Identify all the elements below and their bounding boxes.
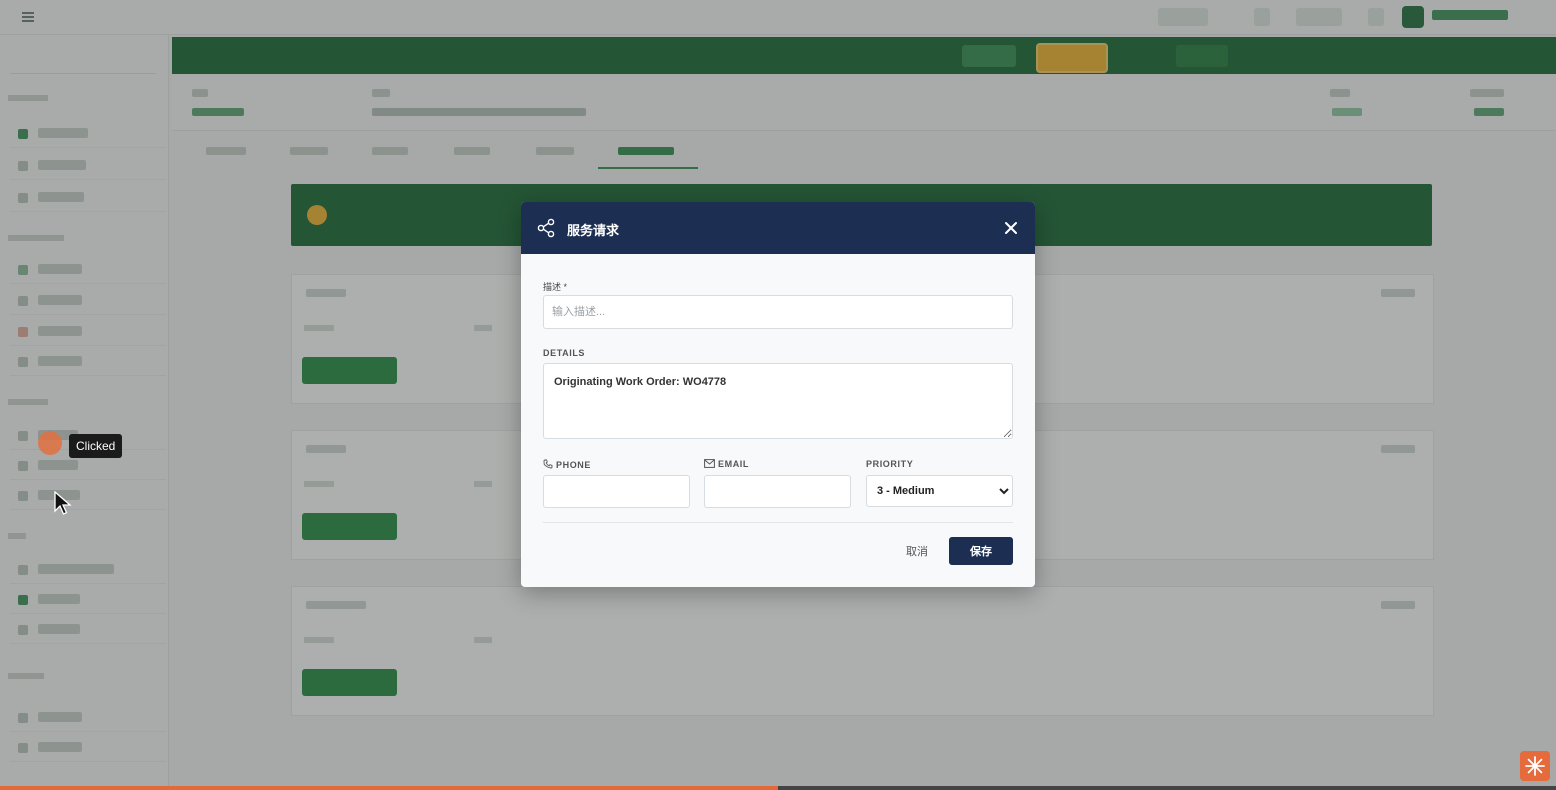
modal-divider <box>543 522 1013 523</box>
phone-icon <box>543 459 553 469</box>
modal-title: 服务请求 <box>567 223 620 238</box>
sparkle-icon <box>1525 756 1545 776</box>
click-tooltip: Clicked <box>69 434 123 458</box>
phone-input[interactable] <box>543 475 690 508</box>
cancel-button[interactable]: 取消 <box>906 543 928 559</box>
assistant-badge[interactable] <box>1520 751 1550 781</box>
progress-bar <box>0 786 1556 790</box>
service-request-modal: 服务请求 描述 * DETAILS Originating Work Order… <box>521 202 1035 587</box>
description-label: 描述 * <box>543 282 568 292</box>
description-input[interactable] <box>543 295 1013 329</box>
save-button[interactable]: 保存 <box>949 537 1013 565</box>
email-input[interactable] <box>704 475 851 508</box>
priority-select[interactable]: 3 - Medium <box>866 475 1013 507</box>
progress-fill <box>0 786 778 790</box>
envelope-icon <box>704 459 715 468</box>
details-textarea[interactable]: Originating Work Order: WO4778 <box>543 363 1013 439</box>
click-indicator <box>38 431 62 455</box>
priority-label: PRIORITY <box>866 459 914 469</box>
email-label: EMAIL <box>704 459 749 469</box>
modal-header: 服务请求 <box>521 202 1035 254</box>
mouse-cursor-icon <box>54 491 72 515</box>
phone-label: PHONE <box>543 459 591 470</box>
close-icon[interactable] <box>1001 218 1021 238</box>
share-icon <box>537 218 555 238</box>
details-label: DETAILS <box>543 348 586 358</box>
